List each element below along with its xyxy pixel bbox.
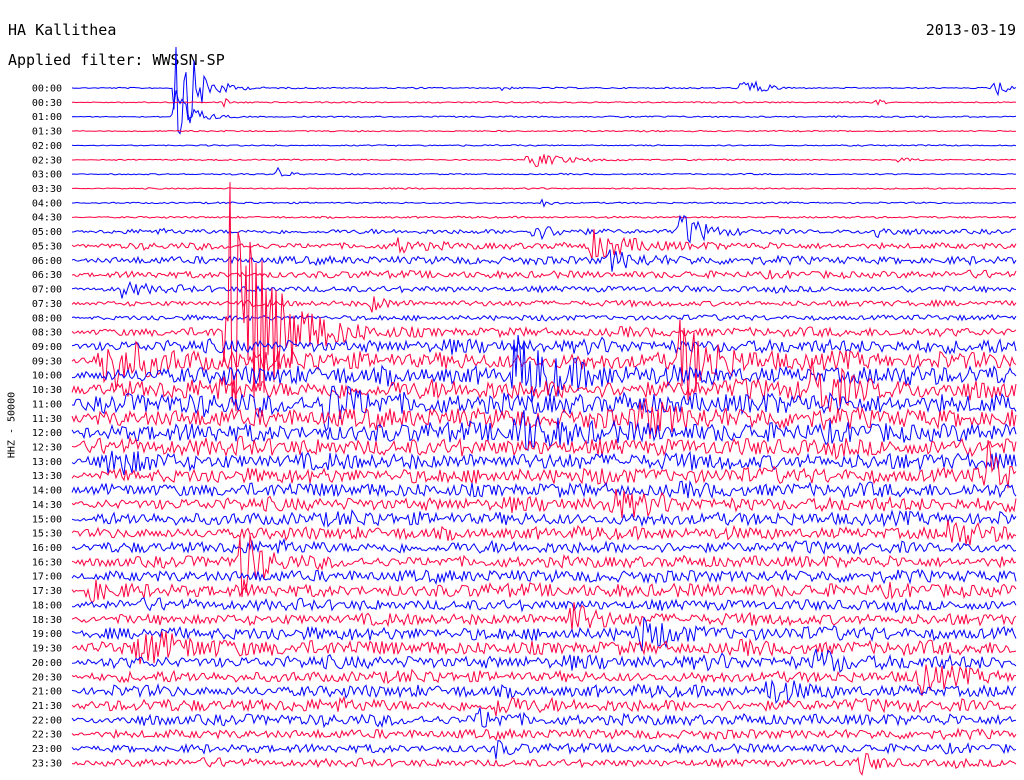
time-label: 23:30: [32, 758, 62, 769]
time-label: 22:00: [32, 715, 62, 726]
trace-row-20: [72, 334, 1017, 403]
trace-row-28: [71, 479, 1017, 499]
trace-row-46: [71, 740, 1017, 760]
time-label: 18:00: [32, 601, 62, 612]
trace-row-0: [71, 46, 1017, 135]
time-label: 10:30: [32, 385, 62, 396]
time-label: 04:00: [32, 198, 62, 209]
trace-row-34: [71, 568, 1017, 585]
trace-row-14: [71, 280, 1017, 299]
time-label: 11:30: [32, 414, 62, 425]
time-label: 19:30: [32, 644, 62, 655]
time-label: 01:30: [32, 127, 62, 138]
time-label: 05:00: [32, 227, 62, 238]
time-label: 14:30: [32, 500, 62, 511]
trace-row-3: [72, 129, 1017, 133]
trace-row-2: [71, 90, 1017, 121]
time-label: 00:00: [32, 84, 62, 95]
time-label: 09:30: [32, 356, 62, 367]
trace-row-7: [72, 187, 1017, 190]
trace-row-30: [71, 509, 1017, 528]
time-label: 07:30: [32, 299, 62, 310]
time-label: 03:00: [32, 170, 62, 181]
time-label: 20:30: [32, 672, 62, 683]
trace-row-36: [71, 597, 1017, 614]
trace-row-10: [71, 214, 1017, 244]
trace-row-13: [71, 269, 1017, 280]
trace-row-35: [71, 579, 1017, 604]
time-label: 02:30: [32, 155, 62, 166]
trace-row-31: [71, 519, 1017, 546]
time-label: 16:00: [32, 543, 62, 554]
trace-row-41: [71, 664, 1017, 697]
time-label: 17:30: [32, 586, 62, 597]
time-label: 11:00: [32, 399, 62, 410]
time-label: 08:30: [32, 328, 62, 339]
trace-row-47: [71, 752, 1017, 776]
time-label: 15:00: [32, 514, 62, 525]
trace-row-43: [71, 695, 1017, 717]
trace-row-8: [72, 198, 1017, 208]
time-label: 12:30: [32, 443, 62, 454]
time-label: 06:00: [32, 256, 62, 267]
trace-row-32: [71, 537, 1017, 556]
time-label: 03:30: [32, 184, 62, 195]
time-label: 02:00: [32, 141, 62, 152]
trace-row-12: [71, 249, 1017, 272]
trace-row-6: [71, 166, 1017, 177]
trace-row-25: [71, 435, 1017, 461]
time-label: 07:00: [32, 285, 62, 296]
time-label: 13:30: [32, 471, 62, 482]
time-label: 22:30: [32, 730, 62, 741]
time-label: 09:00: [32, 342, 62, 353]
time-label: 10:00: [32, 371, 62, 382]
time-label: 12:00: [32, 428, 62, 439]
time-label: 21:00: [32, 687, 62, 698]
trace-row-44: [71, 707, 1017, 729]
time-label: 00:30: [32, 98, 62, 109]
trace-row-9: [71, 215, 1017, 220]
time-label: 04:30: [32, 213, 62, 224]
trace-row-18: [71, 336, 1017, 356]
time-label: 05:30: [32, 242, 62, 253]
time-label: 21:30: [32, 701, 62, 712]
trace-row-5: [72, 154, 1016, 168]
trace-layer: [71, 46, 1017, 776]
time-label: 19:00: [32, 629, 62, 640]
time-label: 06:30: [32, 270, 62, 281]
time-label: 23:00: [32, 744, 62, 755]
time-label: 08:00: [32, 313, 62, 324]
time-label: 18:30: [32, 615, 62, 626]
time-label: 13:00: [32, 457, 62, 468]
time-label: 01:00: [32, 112, 62, 123]
helicorder-plot: 00:00 00:30 01:00 01:30 02:00 02:30 03:00 03:30…: [32, 46, 1017, 776]
time-label-layer: 00:00 00:30 01:00 01:30 02:00 02:30 03:00 03:30…: [32, 84, 62, 770]
trace-row-16: [71, 313, 1017, 322]
time-label: 17:00: [32, 572, 62, 583]
trace-row-45: [71, 727, 1017, 742]
time-label: 20:00: [32, 658, 62, 669]
time-label: 16:30: [32, 557, 62, 568]
time-label: 15:30: [32, 529, 62, 540]
trace-row-1: [71, 97, 1017, 109]
trace-row-15: [71, 296, 1017, 313]
time-label: 14:00: [32, 486, 62, 497]
trace-row-42: [71, 679, 1017, 705]
trace-row-4: [71, 144, 1017, 147]
